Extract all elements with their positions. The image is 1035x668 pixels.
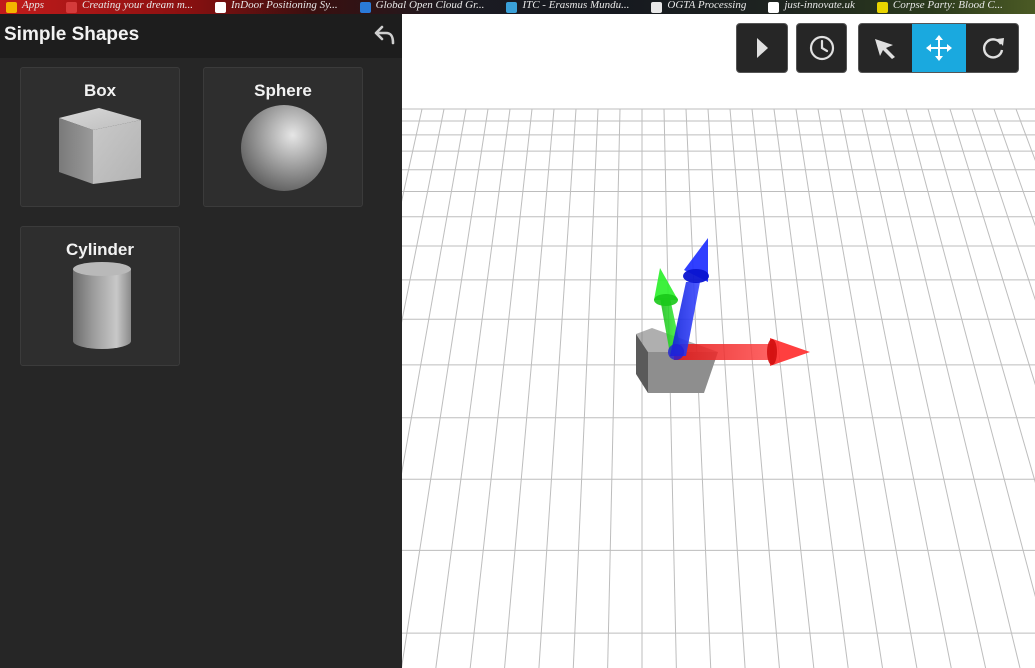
bookmark-favicon-icon <box>876 1 888 13</box>
shape-tile-box[interactable]: Box <box>20 67 180 207</box>
transform-mode-group <box>858 23 1019 73</box>
history-button[interactable] <box>796 23 847 73</box>
sphere-icon <box>241 105 327 191</box>
move-arrows-icon <box>926 35 952 61</box>
bookmark-item[interactable]: Corpse Party: Blood C... <box>871 0 1003 14</box>
bookmark-item[interactable]: just-innovate.uk <box>762 0 855 14</box>
shape-tile-sphere[interactable]: Sphere <box>203 67 363 207</box>
bookmark-item[interactable]: InDoor Positioning Sy... <box>209 0 338 14</box>
shape-library-panel: Simple Shapes Box Sphere Cylinder <box>0 14 402 668</box>
box-icon <box>59 108 141 184</box>
bookmark-favicon-icon <box>651 1 663 13</box>
bookmark-label: Corpse Party: Blood C... <box>892 0 1003 11</box>
rotate-mode-button[interactable] <box>966 24 1018 72</box>
bookmark-label: Creating your dream m... <box>82 0 194 11</box>
bookmark-item[interactable]: Global Open Cloud Gr... <box>354 0 485 14</box>
bookmark-item[interactable]: ITC - Erasmus Mundu... <box>500 0 629 14</box>
transform-gizmo[interactable] <box>622 224 822 404</box>
bookmark-favicon-icon <box>6 1 17 13</box>
bookmark-item[interactable]: Apps <box>0 0 44 14</box>
shape-label: Cylinder <box>65 240 135 259</box>
bookmark-label: ITC - Erasmus Mundu... <box>522 0 630 11</box>
select-mode-button[interactable] <box>859 24 912 72</box>
bookmark-favicon-icon <box>359 1 371 13</box>
move-mode-button[interactable] <box>912 24 966 72</box>
bookmark-label: just-innovate.uk <box>784 0 855 11</box>
bookmark-favicon-icon <box>215 1 227 13</box>
bookmark-favicon-icon <box>506 1 518 13</box>
select-arrow-icon <box>874 39 895 59</box>
bookmark-item[interactable]: OGTA Processing <box>645 0 746 14</box>
undo-button[interactable] <box>373 24 397 46</box>
bookmark-item[interactable]: Creating your dream m... <box>60 0 193 14</box>
shape-tile-cylinder[interactable]: Cylinder <box>20 226 180 366</box>
cylinder-icon <box>73 262 131 349</box>
rotate-icon <box>982 38 1004 59</box>
bookmark-favicon-icon <box>768 1 780 13</box>
shape-label: Sphere <box>254 81 312 100</box>
bookmark-label: InDoor Positioning Sy... <box>231 0 338 11</box>
3d-viewport[interactable] <box>402 14 1035 668</box>
bookmarks-bar: Apps Creating your dream m... InDoor Posit… <box>0 0 1035 14</box>
clock-icon <box>809 35 834 61</box>
panel-header: Simple Shapes <box>0 14 402 58</box>
play-icon <box>757 38 768 58</box>
bookmark-label: Apps <box>22 0 44 11</box>
play-button[interactable] <box>736 23 788 73</box>
bookmark-label: OGTA Processing <box>667 0 747 11</box>
shape-label: Box <box>83 81 117 100</box>
panel-title: Simple Shapes <box>4 24 140 45</box>
bookmark-label: Global Open Cloud Gr... <box>375 0 485 11</box>
bookmark-favicon-icon <box>66 1 77 13</box>
undo-arrow-icon <box>374 25 395 45</box>
